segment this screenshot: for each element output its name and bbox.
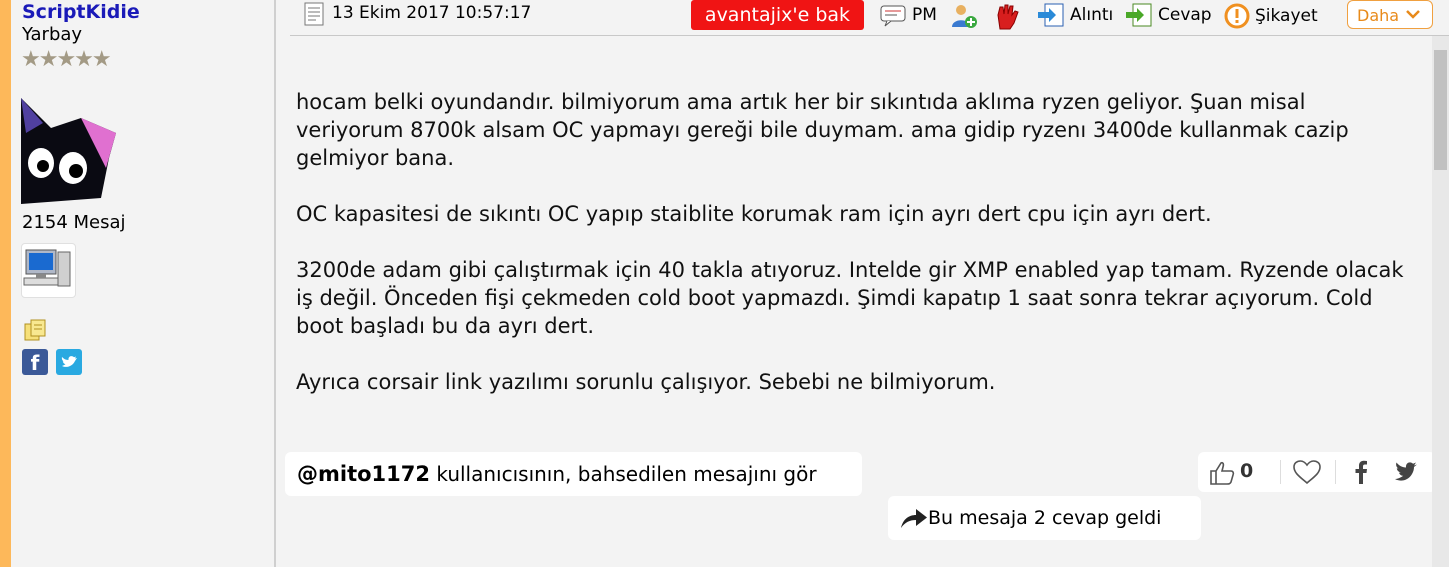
mention-text: kullanıcısının, bahsedilen mesajını gör — [430, 462, 817, 486]
avatar[interactable] — [21, 88, 117, 204]
reply-icon — [1126, 3, 1152, 27]
like-icon[interactable] — [1208, 460, 1236, 486]
quote-button[interactable]: Alıntı — [1037, 3, 1113, 27]
left-accent-strip — [0, 0, 11, 567]
twitter-share-icon[interactable] — [1394, 461, 1420, 483]
scrollbar-thumb[interactable] — [1434, 50, 1447, 170]
reply-button[interactable]: Cevap — [1125, 3, 1212, 27]
computer-icon[interactable] — [21, 243, 76, 298]
more-label: Daha — [1357, 6, 1400, 25]
post-toolbar: 13 Ekim 2017 10:57:17 avantajix'e bak PM — [276, 0, 1449, 34]
reactions-bar: 0 — [1198, 452, 1436, 492]
reaction-divider — [1335, 460, 1336, 484]
pm-button[interactable]: PM — [879, 3, 937, 27]
twitter-icon[interactable] — [56, 349, 82, 375]
block-hand-icon — [997, 4, 1019, 30]
heart-icon[interactable] — [1292, 459, 1322, 485]
post-date: 13 Ekim 2017 10:57:17 — [332, 3, 532, 23]
quote-icon — [1038, 3, 1064, 27]
pm-icon — [880, 5, 906, 27]
post-main: 13 Ekim 2017 10:57:17 avantajix'e bak PM — [276, 0, 1449, 567]
more-dropdown[interactable]: Daha — [1347, 0, 1433, 29]
facebook-share-icon[interactable] — [1353, 460, 1369, 484]
add-friend-icon — [952, 5, 977, 28]
replies-link[interactable]: Bu mesaja 2 cevap geldi — [888, 496, 1201, 540]
mention-link[interactable]: @mito1172 kullanıcısının, bahsedilen mes… — [285, 452, 862, 496]
reaction-divider — [1280, 460, 1281, 484]
replies-label: Bu mesaja 2 cevap geldi — [928, 507, 1162, 529]
facebook-icon[interactable]: f — [22, 349, 48, 375]
block-button[interactable] — [992, 3, 1025, 31]
reply-label: Cevap — [1158, 5, 1212, 25]
toolbar-divider — [290, 35, 1449, 36]
report-label: Şikayet — [1255, 6, 1318, 26]
calendar-icon — [304, 2, 324, 26]
chevron-down-icon — [1406, 10, 1420, 19]
user-sidebar: ScriptKidie Yarbay ★★★★★ 2154 Mesaj f — [11, 0, 276, 567]
username-link[interactable]: ScriptKidie — [22, 1, 140, 23]
advantage-button[interactable]: avantajix'e bak — [691, 0, 864, 30]
report-button[interactable]: Şikayet — [1224, 3, 1318, 29]
message-count: 2154 Mesaj — [22, 212, 126, 233]
vertical-scrollbar[interactable] — [1432, 36, 1449, 567]
like-count: 0 — [1240, 460, 1254, 482]
quote-label: Alıntı — [1070, 5, 1114, 25]
rank-stars: ★★★★★ — [21, 47, 112, 72]
user-rank: Yarbay — [22, 24, 83, 45]
add-friend-button[interactable] — [950, 3, 981, 29]
copy-icon[interactable] — [23, 318, 47, 342]
report-icon — [1224, 3, 1250, 29]
mention-user: @mito1172 — [297, 462, 430, 486]
share-arrow-icon — [901, 509, 927, 528]
pm-label: PM — [912, 5, 937, 25]
post-body: hocam belki oyundandır. bilmiyorum ama a… — [296, 90, 1404, 394]
